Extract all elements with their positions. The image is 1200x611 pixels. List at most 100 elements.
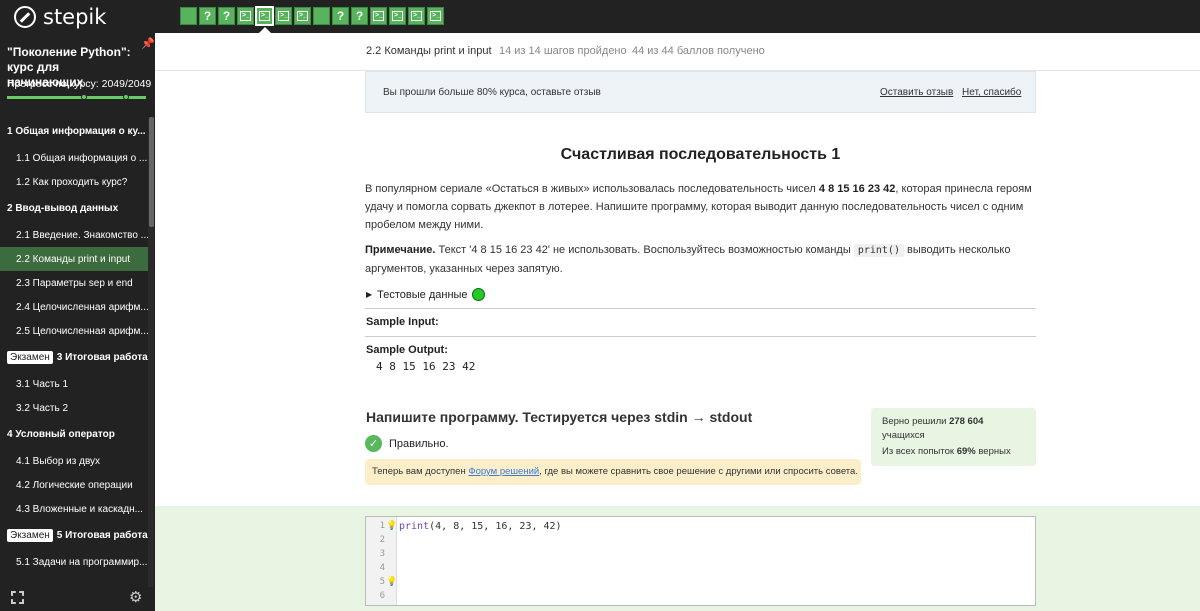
note-text: Текст '4 8 15 16 23 42' не использовать.… [435, 244, 854, 256]
sidebar-lesson[interactable]: 2.5 Целочисленная арифм... [0, 319, 148, 343]
divider [365, 336, 1036, 337]
desc-sequence: 4 8 15 16 23 42 [818, 183, 896, 195]
progress-label: Прогресс по курсу: [7, 78, 99, 90]
terminal-icon: >_ [430, 11, 441, 21]
sidebar-item-label: 1.1 Общая информация о ... [16, 152, 148, 164]
terminal-icon: >_ [373, 11, 384, 21]
stepik-logo[interactable]: stepik [14, 5, 106, 29]
sidebar-lesson[interactable]: 1.2 Как проходить курс? [0, 170, 148, 194]
forum-notice: Теперь вам доступен Форум решений, где в… [365, 459, 861, 485]
result-text: Правильно. [389, 437, 449, 450]
sidebar-item-label: 4 Условный оператор [7, 429, 115, 440]
sidebar-lesson[interactable]: 4.2 Логические операции [0, 473, 148, 497]
sidebar-item-label: 2.1 Введение. Знакомство ... [16, 229, 148, 241]
inline-code: print() [853, 244, 904, 257]
forum-text-cont: , где вы можете сравнить свое решение с … [539, 466, 858, 477]
line-number: 3 [379, 549, 385, 559]
step-quiz[interactable]: ? [218, 7, 235, 25]
no-thanks-link[interactable]: Нет, спасибо [962, 87, 1021, 98]
sidebar-section[interactable]: 2 Ввод-вывод данных [0, 194, 148, 223]
hint-bulb-icon[interactable]: 💡 [386, 520, 397, 531]
sidebar-lesson[interactable]: 2.1 Введение. Знакомство ... [0, 223, 148, 247]
sample-output: 4 8 15 16 23 42 [376, 360, 476, 373]
sidebar-item-label: 1.2 Как проходить курс? [16, 176, 128, 188]
desc-text: В популярном сериале «Остаться в живых» … [365, 183, 819, 195]
lesson-header: 2.2 Команды print и input 14 из 14 шагов… [155, 33, 1200, 71]
stats-text: Из всех попыток [882, 446, 957, 457]
points-earned: 44 из 44 баллов получено [632, 45, 765, 57]
success-rate-line: Из всех попыток 69% верных [882, 445, 1025, 459]
line-gutter: 1 💡 2 3 4 5 💡 6 [366, 517, 397, 605]
line-number: 6 [379, 591, 385, 601]
code-args: (4, 8, 15, 16, 23, 42) [429, 521, 562, 532]
sidebar-item-label: 2.5 Целочисленная арифм... [16, 325, 148, 337]
top-bar: stepik ?? >_ >_ >_ >_?? >_ >_ >_ >_ [0, 0, 1200, 34]
step-text[interactable] [180, 7, 197, 25]
step-code[interactable]: >_ [255, 6, 274, 26]
terminal-icon: >_ [240, 11, 251, 21]
sidebar-lesson[interactable]: 2.2 Команды print и input [0, 247, 148, 271]
sidebar-section[interactable]: 1 Общая информация о ку... [0, 117, 148, 146]
code-editor[interactable]: 1 💡 2 3 4 5 💡 6 print(4, 8, 15, 16, 23, 42) [365, 516, 1036, 606]
sidebar-section[interactable]: Экзамен 3 Итоговая работа... [0, 343, 148, 372]
page-title: Счастливая последовательность 1 [560, 146, 841, 163]
step-quiz[interactable]: ? [351, 7, 368, 25]
step-quiz[interactable]: ? [199, 7, 216, 25]
step-code[interactable]: >_ [408, 7, 425, 25]
gear-icon[interactable]: ⚙ [129, 588, 142, 606]
sidebar-footer: ⚙ [0, 583, 155, 611]
terminal-icon: >_ [259, 11, 270, 21]
sidebar-scrollbar-thumb[interactable] [149, 117, 154, 227]
course-progress: Прогресс по курсу: 2049/2049 [7, 78, 151, 90]
fullscreen-icon[interactable] [11, 591, 24, 604]
sidebar-lesson[interactable]: 2.4 Целочисленная арифм... [0, 295, 148, 319]
sidebar-section[interactable]: Экзамен 5 Итоговая работа... [0, 521, 148, 550]
disclosure-triangle-icon: ▶ [366, 290, 373, 299]
sidebar-item-label: 2.4 Целочисленная арифм... [16, 301, 148, 313]
sidebar-lesson[interactable]: 2.3 Параметры sep и end [0, 271, 148, 295]
step-text[interactable] [313, 7, 330, 25]
step-code[interactable]: >_ [370, 7, 387, 25]
course-sidebar: "Поколение Python": курс для начинающих … [0, 33, 155, 611]
sidebar-section[interactable]: 4 Условный оператор [0, 420, 148, 449]
sidebar-item-label: 5 Итоговая работа... [56, 530, 148, 541]
step-code[interactable]: >_ [294, 7, 311, 25]
sidebar-lesson[interactable]: 1.1 Общая информация о ... [0, 146, 148, 170]
step-code[interactable]: >_ [427, 7, 444, 25]
code-line[interactable]: print(4, 8, 15, 16, 23, 42) [399, 521, 562, 532]
sidebar-item-label: 5.1 Задачи на программир... [16, 556, 148, 568]
leave-review-link[interactable]: Оставить отзыв [880, 87, 953, 98]
forum-link[interactable]: Форум решений [468, 466, 539, 477]
sidebar-lesson[interactable]: 3.2 Часть 2 [0, 396, 148, 420]
status-dot-icon [471, 288, 485, 301]
test-data-toggle[interactable]: ▶ Тестовые данные [366, 288, 485, 301]
pin-icon[interactable]: 📌 [141, 37, 155, 50]
forum-text: Теперь вам доступен [372, 466, 469, 477]
terminal-icon: >_ [278, 11, 289, 21]
sidebar-lesson[interactable]: 4.1 Выбор из двух [0, 449, 148, 473]
exam-badge: Экзамен [7, 529, 53, 542]
step-code[interactable]: >_ [237, 7, 254, 25]
step-code[interactable]: >_ [275, 7, 292, 25]
sidebar-item-label: 4.3 Вложенные и каскадн... [16, 503, 143, 515]
steps-done: 14 из 14 шагов пройдено [499, 45, 627, 57]
task-note: Примечание. Текст '4 8 15 16 23 42' не и… [365, 241, 1036, 278]
notice-message: Вы прошли больше 80% курса, оставьте отз… [383, 87, 601, 98]
result-status: ✓ Правильно. [365, 435, 449, 452]
submission-heading: Напишите программу. Тестируется через st… [366, 409, 753, 425]
solved-count: 278 604 [949, 416, 984, 427]
task-description: В популярном сериале «Остаться в живых» … [365, 180, 1036, 234]
logo-text: stepik [43, 5, 107, 29]
sample-output-label: Sample Output: [366, 344, 448, 356]
stepik-logo-icon [14, 6, 36, 28]
step-code[interactable]: >_ [389, 7, 406, 25]
success-rate: 69% [956, 446, 976, 457]
sidebar-lesson[interactable]: 4.3 Вложенные и каскадн... [0, 497, 148, 521]
step-quiz[interactable]: ? [332, 7, 349, 25]
solved-count-line: Верно решили 278 604 учащихся [882, 415, 1025, 443]
sidebar-lesson[interactable]: 3.1 Часть 1 [0, 372, 148, 396]
sidebar-item-label: 2 Ввод-вывод данных [7, 203, 119, 214]
divider [365, 308, 1036, 309]
sidebar-lesson[interactable]: 5.1 Задачи на программир... [0, 550, 148, 574]
hint-bulb-icon[interactable]: 💡 [386, 576, 397, 587]
